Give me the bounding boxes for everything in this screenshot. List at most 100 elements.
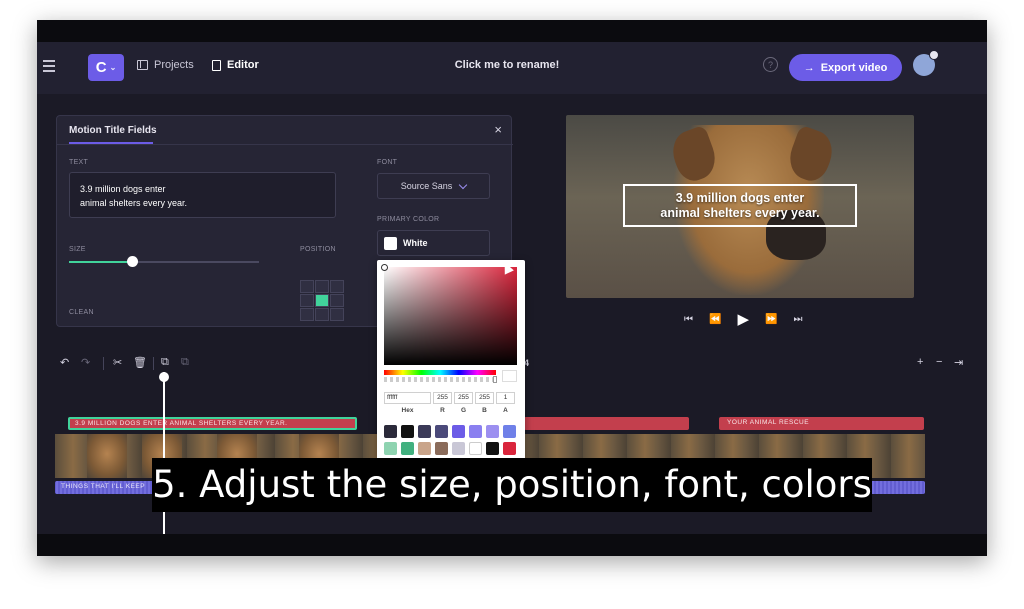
preset-swatch[interactable] <box>469 425 482 438</box>
fast-forward-icon[interactable]: ⏩ <box>765 314 777 325</box>
preview-title-line1: 3.9 million dogs enter <box>675 190 805 205</box>
preset-swatch[interactable] <box>384 442 397 455</box>
preset-swatch[interactable] <box>401 425 414 438</box>
preset-swatch[interactable] <box>435 425 448 438</box>
nav-projects-label: Projects <box>154 59 194 71</box>
title-clip[interactable] <box>524 417 689 430</box>
title-clip-rescue[interactable]: YOUR ANIMAL RESCUE <box>719 417 924 430</box>
letterbox-bottom <box>37 534 987 556</box>
nav-editor[interactable]: Editor <box>212 59 259 71</box>
letterbox-top <box>37 20 987 42</box>
g-input[interactable]: 255 <box>454 392 473 404</box>
title-clip-selected[interactable]: 3.9 MILLION DOGS ENTER ANIMAL SHELTERS E… <box>68 417 357 430</box>
video-preview[interactable]: 3.9 million dogs enter animal shelters e… <box>566 115 914 298</box>
detach-icon[interactable]: ⧉ <box>181 356 189 369</box>
position-grid[interactable] <box>300 280 344 322</box>
position-cell[interactable] <box>330 280 344 293</box>
logo-letter: C <box>95 59 107 76</box>
position-cell-selected[interactable] <box>315 294 329 307</box>
fit-timeline-icon[interactable]: ⇥ <box>954 356 963 369</box>
film-icon <box>137 60 148 70</box>
nav-editor-label: Editor <box>227 59 259 71</box>
nav-projects[interactable]: Projects <box>137 59 194 71</box>
menu-icon[interactable] <box>43 60 55 72</box>
r-input[interactable]: 255 <box>433 392 452 404</box>
audio-clip-label: THINGS THAT I'LL KEEP <box>61 483 146 490</box>
position-cell[interactable] <box>315 308 329 321</box>
app-logo-button[interactable]: C ⌄ <box>88 54 124 81</box>
preset-swatch[interactable] <box>503 425 516 438</box>
current-color-preview <box>502 370 517 382</box>
position-cell[interactable] <box>300 308 314 321</box>
scissors-icon[interactable]: ✂ <box>113 356 122 369</box>
chevron-down-icon: ⌄ <box>109 63 117 72</box>
arrow-right-icon: → <box>803 61 815 74</box>
preset-swatch[interactable] <box>469 442 482 455</box>
document-icon <box>212 59 221 71</box>
text-label: TEXT <box>69 159 89 166</box>
zoom-out-icon[interactable]: − <box>936 356 942 368</box>
primary-color-label: PRIMARY COLOR <box>377 216 440 223</box>
preset-swatch[interactable] <box>384 425 397 438</box>
b-input[interactable]: 255 <box>475 392 494 404</box>
position-label: POSITION <box>300 246 336 253</box>
hex-input[interactable]: ffffff <box>384 392 431 404</box>
undo-icon[interactable]: ↶ <box>60 356 69 369</box>
primary-color-value: White <box>403 238 428 248</box>
preset-swatch[interactable] <box>401 442 414 455</box>
playback-controls: ⏮ ⏪ ▶ ⏩ ⏭ <box>684 310 802 328</box>
zoom-in-icon[interactable]: + <box>917 356 923 368</box>
trash-icon[interactable]: 🗑 <box>133 356 147 369</box>
preset-swatch[interactable] <box>486 425 499 438</box>
rewind-icon[interactable]: ⏪ <box>709 314 721 325</box>
preview-title-overlay[interactable]: 3.9 million dogs enter animal shelters e… <box>623 184 857 227</box>
a-label: A <box>503 407 508 414</box>
preset-swatch[interactable] <box>418 442 431 455</box>
position-cell[interactable] <box>300 294 314 307</box>
size-label: SIZE <box>69 246 86 253</box>
app-header: C ⌄ Projects Editor Click me to rename! ?… <box>37 42 987 94</box>
position-cell[interactable] <box>315 280 329 293</box>
preview-title-line2: animal shelters every year. <box>660 205 820 220</box>
play-icon[interactable]: ▶ <box>737 310 749 328</box>
color-picker-handle[interactable] <box>381 264 388 271</box>
video-thumbnail <box>87 434 127 478</box>
close-icon[interactable]: × <box>494 122 502 137</box>
duplicate-icon[interactable]: ⧉ <box>161 356 169 369</box>
title-text-input[interactable]: 3.9 million dogs enter animal shelters e… <box>69 172 336 218</box>
toolbar-divider <box>103 357 104 370</box>
toolbar-divider <box>153 357 154 370</box>
position-cell[interactable] <box>300 280 314 293</box>
font-label: FONT <box>377 159 398 166</box>
size-slider-handle[interactable] <box>127 256 138 267</box>
primary-color-select[interactable]: White <box>377 230 490 256</box>
hue-slider[interactable] <box>384 370 496 375</box>
alpha-slider[interactable] <box>384 377 496 382</box>
redo-icon[interactable]: ↷ <box>81 356 90 369</box>
alpha-slider-handle[interactable] <box>493 376 497 383</box>
project-name[interactable]: Click me to rename! <box>417 59 597 71</box>
help-icon[interactable]: ? <box>763 57 778 72</box>
position-cell[interactable] <box>330 294 344 307</box>
tutorial-caption: 5. Adjust the size, position, font, colo… <box>152 458 872 512</box>
font-select[interactable]: Source Sans <box>377 173 490 199</box>
preset-swatches <box>384 425 517 455</box>
preset-swatch[interactable] <box>418 425 431 438</box>
hex-label: Hex <box>401 407 414 414</box>
playhead-handle[interactable] <box>159 372 169 382</box>
skip-back-icon[interactable]: ⏮ <box>684 314 693 325</box>
preset-swatch[interactable] <box>435 442 448 455</box>
position-cell[interactable] <box>330 308 344 321</box>
preset-swatch[interactable] <box>452 425 465 438</box>
preset-swatch[interactable] <box>503 442 516 455</box>
saturation-value-area[interactable] <box>384 267 517 365</box>
preset-swatch[interactable] <box>452 442 465 455</box>
panel-divider <box>57 144 513 145</box>
export-video-button[interactable]: → Export video <box>789 54 902 81</box>
skip-forward-icon[interactable]: ⏭ <box>793 314 802 325</box>
title-clip-label: 3.9 MILLION DOGS ENTER ANIMAL SHELTERS E… <box>75 420 288 427</box>
a-input[interactable]: 1 <box>496 392 515 404</box>
preset-swatch[interactable] <box>486 442 499 455</box>
avatar[interactable] <box>913 50 939 76</box>
color-input-labels: Hex R G B A <box>384 407 517 414</box>
